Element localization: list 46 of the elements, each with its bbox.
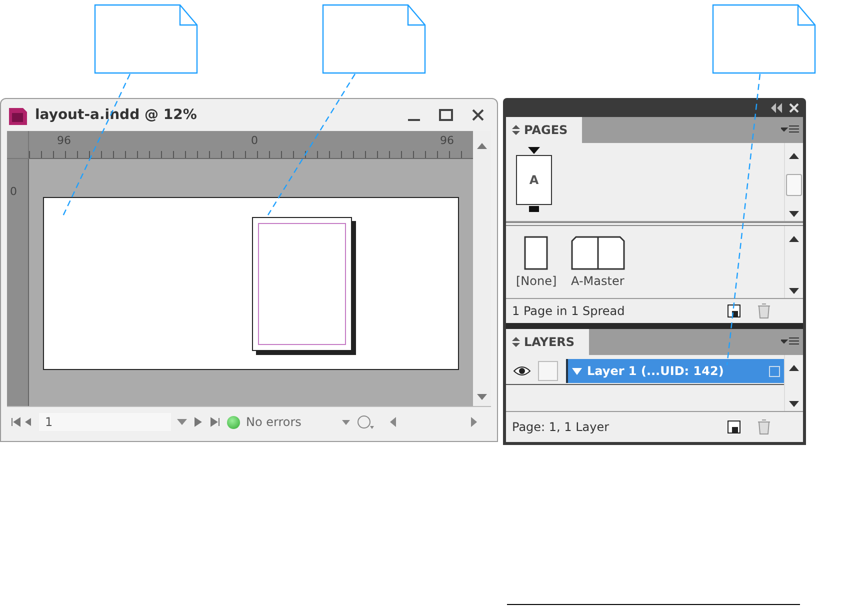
- scroll-up-icon[interactable]: [789, 365, 799, 371]
- expand-triangle-icon[interactable]: [572, 368, 582, 374]
- ruler-label: 0: [251, 134, 258, 147]
- master-page-thumbnail[interactable]: A: [516, 155, 552, 206]
- eye-icon[interactable]: [513, 365, 531, 377]
- scroll-up-icon[interactable]: [789, 153, 799, 160]
- next-page-icon[interactable]: [193, 417, 221, 427]
- close-icon[interactable]: [471, 108, 485, 122]
- first-page-icon[interactable]: [11, 417, 33, 427]
- master-item[interactable]: [None]: [516, 236, 557, 294]
- status-dot-icon: [227, 416, 240, 428]
- scroll-down-icon[interactable]: [789, 288, 799, 294]
- page-number-field[interactable]: 1: [39, 413, 171, 431]
- dropdown-arrow-icon[interactable]: [342, 420, 350, 424]
- page-thumbnail-icon: [524, 236, 548, 270]
- spread-thumbnail-icon: [570, 236, 625, 270]
- triangle-marker-icon: [528, 147, 540, 154]
- scroll-down-icon[interactable]: [789, 211, 799, 218]
- pages-summary: 1 Page in 1 Spread: [512, 304, 626, 318]
- panel-menu-icon[interactable]: [781, 337, 799, 347]
- lock-toggle[interactable]: [538, 361, 558, 381]
- preflight-status[interactable]: No errors: [246, 415, 336, 429]
- panel-menu-icon[interactable]: [781, 125, 799, 136]
- master-item[interactable]: A-Master: [570, 236, 625, 294]
- collapse-icon[interactable]: [769, 102, 783, 113]
- dropdown-arrow-icon[interactable]: [177, 419, 187, 425]
- document-menu-icon[interactable]: [356, 414, 374, 430]
- scroll-left-icon[interactable]: [390, 417, 396, 427]
- ruler-label: 0: [10, 185, 17, 198]
- new-page-icon[interactable]: [727, 304, 741, 318]
- maximize-icon[interactable]: [439, 108, 453, 122]
- new-layer-icon[interactable]: [727, 420, 741, 434]
- scroll-thumb[interactable]: [786, 174, 802, 196]
- window-title: layout-a.indd @ 12%: [35, 107, 198, 123]
- ruler-label: 96: [57, 134, 71, 147]
- layers-summary: Page: 1, 1 Layer: [512, 420, 610, 434]
- scroll-right-icon[interactable]: [471, 417, 477, 427]
- scroll-down-icon[interactable]: [789, 401, 799, 407]
- layers-tab[interactable]: LAYERS: [506, 329, 589, 355]
- pages-tab[interactable]: PAGES: [506, 117, 582, 144]
- page-marker-icon: [529, 206, 539, 212]
- expand-collapse-icon[interactable]: [512, 125, 520, 136]
- expand-collapse-icon[interactable]: [512, 337, 520, 347]
- scrollbar[interactable]: [784, 143, 803, 222]
- ruler-label: 96: [440, 134, 454, 147]
- scroll-up-icon[interactable]: [789, 236, 799, 242]
